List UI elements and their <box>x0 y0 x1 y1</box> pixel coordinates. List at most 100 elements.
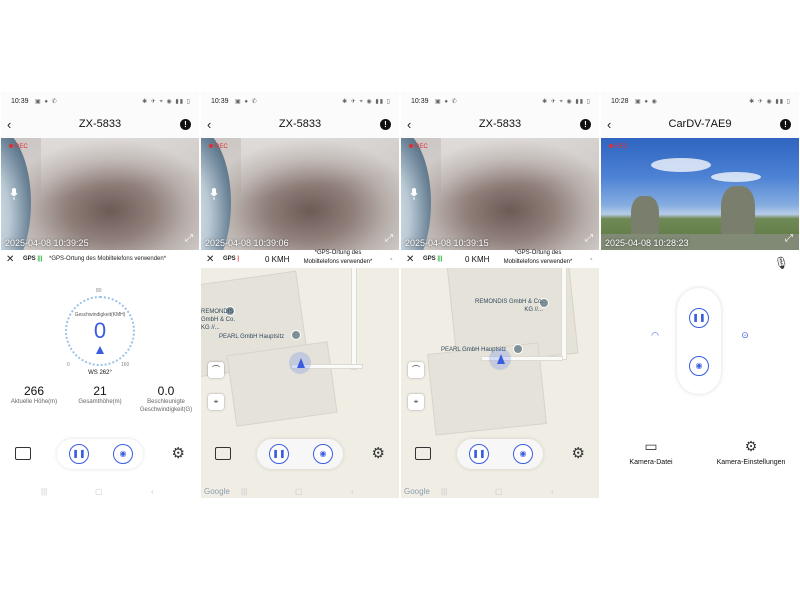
speed-gauge: Geschwindigkeit(KMH) 0 <box>65 296 135 366</box>
car-mode-icon[interactable]: ⌒ <box>208 362 224 378</box>
map-road <box>351 268 357 370</box>
current-location-icon <box>489 348 511 370</box>
signal-bars-icon: | <box>237 256 240 262</box>
live-video-preview[interactable]: REC 2025-04-08 10:39:15 ⤢ <box>401 138 599 250</box>
compass-icon[interactable]: ◔ <box>388 255 393 264</box>
signal-bars-icon: ||| <box>37 256 43 262</box>
gps-signal: GPS | <box>223 256 240 262</box>
folder-icon[interactable] <box>15 447 31 460</box>
control-bar: ❚❚ ◉ ⚙ <box>1 439 199 469</box>
notification-icons: ▣ ● ◉ <box>635 99 658 105</box>
map-road <box>561 268 567 360</box>
use-phone-gps-link[interactable]: *GPS-Ortung des Mobiltelefons verwenden* <box>49 256 166 262</box>
speed-readout: 0 KMH <box>465 255 490 264</box>
location-pin-icon[interactable]: ⊙ <box>739 330 751 342</box>
stat-value: 21 <box>93 384 107 398</box>
rotate-screen-icon[interactable]: ⤢ <box>585 233 593 244</box>
live-video-preview[interactable]: REC 2025-04-08 10:39:25 ⤢ <box>1 138 199 250</box>
live-video-preview[interactable]: REC 2025-04-08 10:39:06 ⤢ <box>201 138 399 250</box>
microphone-icon[interactable] <box>410 188 418 200</box>
close-icon[interactable]: ✕ <box>206 254 214 265</box>
settings-gear-icon: ⚙ <box>744 438 758 454</box>
locate-me-icon[interactable]: ⌖ <box>208 394 224 410</box>
camera-settings-button[interactable]: ⚙ Kamera-Einstellungen <box>701 438 799 466</box>
home-icon[interactable]: ▢ <box>95 487 103 496</box>
stat-label: Gesamthöhe(m) <box>78 399 122 405</box>
use-phone-gps-link[interactable]: *GPS-Ortung des Mobiltelefons verwenden* <box>301 249 375 267</box>
folder-icon[interactable] <box>215 447 231 460</box>
speed-value: 0 <box>93 318 107 343</box>
android-nav-bar: ||| ▢ ‹ <box>1 486 199 498</box>
locate-me-icon[interactable]: ⌖ <box>408 394 424 410</box>
info-icon[interactable]: ! <box>380 119 391 130</box>
app-bar: ‹ ZX-5833 ! <box>1 112 199 138</box>
pause-icon[interactable]: ❚❚ <box>689 308 709 328</box>
camera-snapshot-icon[interactable]: ◉ <box>513 444 533 464</box>
rotate-screen-icon[interactable]: ⤢ <box>185 233 193 244</box>
map-label-pearl: PEARL GmbH Hauptsitz <box>219 334 285 340</box>
stat-label: Aktuelle Höhe(m) <box>10 399 58 405</box>
camera-snapshot-icon[interactable]: ◉ <box>113 444 133 464</box>
nav-back-icon[interactable]: ‹ <box>351 487 354 496</box>
status-time: 10:28 <box>611 98 629 105</box>
video-timestamp: 2025-04-08 10:39:25 <box>5 238 89 248</box>
gps-bar: ✕ GPS ||| *GPS-Ortung des Mobiltelefons … <box>1 250 199 270</box>
settings-gear-icon[interactable]: ⚙ <box>372 444 385 462</box>
stat-value: 266 <box>23 384 45 398</box>
recent-apps-icon[interactable]: ||| <box>41 487 47 496</box>
camera-snapshot-icon[interactable]: ◉ <box>689 356 709 376</box>
info-icon[interactable]: ! <box>180 119 191 130</box>
info-icon[interactable]: ! <box>780 119 791 130</box>
info-icon[interactable]: ! <box>580 119 591 130</box>
speed-readout: 0 KMH <box>265 255 290 264</box>
settings-gear-icon[interactable]: ⚙ <box>572 444 585 462</box>
folder-icon[interactable] <box>415 447 431 460</box>
tree <box>631 196 659 236</box>
compass-icon[interactable]: ◔ <box>588 255 593 264</box>
gps-signal: GPS ||| <box>23 256 43 262</box>
light-streak <box>241 138 399 198</box>
status-time: 10:39 <box>411 98 429 105</box>
rotate-screen-icon[interactable]: ⤢ <box>385 233 393 244</box>
gps-bar: ✕ GPS ||| 0 KMH *GPS-Ortung des Mobiltel… <box>401 250 599 270</box>
control-bar: ❚❚ ◉ ⚙ <box>201 439 399 469</box>
speedometer-icon[interactable]: ◠ <box>649 330 661 342</box>
home-icon[interactable]: ▢ <box>295 487 303 496</box>
rotate-screen-icon[interactable]: ⤢ <box>785 233 793 244</box>
nav-back-icon[interactable]: ‹ <box>551 487 554 496</box>
nav-back-icon[interactable]: ‹ <box>151 487 154 496</box>
system-icons: ✱ ✈ ◉ ▮▮ ▯ <box>749 99 791 105</box>
settings-gear-icon[interactable]: ⚙ <box>172 444 185 462</box>
signal-bars-icon: ||| <box>437 256 443 262</box>
map-pin-icon[interactable] <box>513 344 523 354</box>
device-title: ZX-5833 <box>78 118 122 130</box>
recent-apps-icon[interactable]: ||| <box>241 487 247 496</box>
cloud <box>651 158 711 172</box>
close-icon[interactable]: ✕ <box>406 254 414 265</box>
pause-icon[interactable]: ❚❚ <box>269 444 289 464</box>
control-bar: ❚❚ ◉ ⚙ <box>401 439 599 469</box>
camera-file-button[interactable]: ▭ Kamera-Datei <box>601 438 701 466</box>
recent-apps-icon[interactable]: ||| <box>441 487 447 496</box>
cloud <box>711 172 761 182</box>
microphone-icon[interactable]: 🎙 <box>774 256 789 270</box>
use-phone-gps-link[interactable]: *GPS-Ortung des Mobiltelefons verwenden* <box>501 249 575 267</box>
microphone-icon[interactable] <box>210 188 218 200</box>
pause-icon[interactable]: ❚❚ <box>69 444 89 464</box>
record-controls: ❚❚ ◉ <box>457 439 543 469</box>
live-video-preview[interactable]: REC 2025-04-08 10:28:23 ⤢ <box>601 138 799 250</box>
stat-label: Beschleunigte Geschwindigkeit(G) <box>139 399 193 413</box>
system-icons: ✱ ✈ ⌖ ◉ ▮▮ ▯ <box>142 99 191 105</box>
notification-icons: ▣ ● ✆ <box>435 99 458 105</box>
gauge-tick-mid: 80 <box>96 288 102 294</box>
close-icon[interactable]: ✕ <box>6 254 14 265</box>
home-icon[interactable]: ▢ <box>495 487 503 496</box>
record-controls: ❚❚ ◉ <box>677 288 721 394</box>
camera-snapshot-icon[interactable]: ◉ <box>313 444 333 464</box>
map-pin-icon[interactable] <box>291 330 301 340</box>
light-streak <box>441 138 599 198</box>
camera-controls-panel: 🎙 ◠ ❚❚ ◉ ⊙ ▭ Kamera-Datei ⚙ Kamera-Einst… <box>601 250 799 498</box>
car-mode-icon[interactable]: ⌒ <box>408 362 424 378</box>
microphone-icon[interactable] <box>10 188 18 200</box>
pause-icon[interactable]: ❚❚ <box>469 444 489 464</box>
